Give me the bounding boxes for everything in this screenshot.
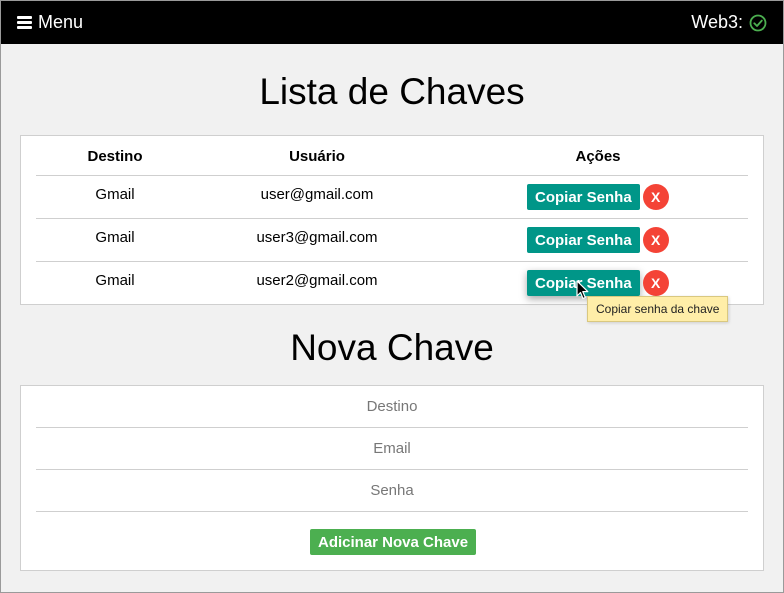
table-row: Gmail user@gmail.com Copiar Senha X [36, 176, 748, 219]
senha-field-wrapper [36, 470, 748, 512]
table-row: Gmail user3@gmail.com Copiar Senha X [36, 219, 748, 262]
column-header-acoes: Ações [575, 148, 621, 165]
top-navbar: Menu Web3: [1, 1, 783, 44]
row-actions: Copiar Senha X [527, 227, 669, 253]
row-destino: Gmail [95, 229, 135, 246]
add-new-key-button[interactable]: Adicinar Nova Chave [310, 529, 477, 555]
row-usuario: user2@gmail.com [256, 272, 378, 289]
copy-password-button[interactable]: Copiar Senha [527, 227, 640, 253]
row-destino: Gmail [95, 186, 135, 203]
menu-label: Menu [38, 12, 84, 32]
row-usuario: user3@gmail.com [256, 229, 378, 246]
email-input[interactable] [36, 428, 748, 469]
keys-list-title: Lista de Chaves [259, 71, 525, 112]
senha-input[interactable] [36, 470, 748, 511]
column-header-destino: Destino [87, 148, 143, 165]
delete-key-button[interactable]: X [642, 270, 669, 296]
email-field-wrapper [36, 428, 748, 470]
web3-status: Web3: [691, 12, 767, 33]
check-circle-icon [749, 14, 767, 31]
new-key-form: Adicinar Nova Chave [20, 385, 764, 571]
destino-field-wrapper [36, 386, 748, 428]
new-key-title: Nova Chave [290, 327, 494, 368]
table-header: Destino Usuário Ações [36, 136, 748, 176]
copy-password-tooltip: Copiar senha da chave [587, 296, 729, 322]
web3-label: Web3: [691, 12, 743, 32]
row-usuario: user@gmail.com [260, 186, 374, 203]
copy-password-button[interactable]: Copiar Senha [527, 184, 640, 210]
row-actions: Copiar Senha X [527, 270, 669, 296]
delete-key-button[interactable]: X [642, 227, 669, 253]
row-actions: Copiar Senha X [527, 184, 669, 210]
column-header-usuario: Usuário [289, 148, 345, 165]
hamburger-icon [17, 16, 32, 29]
destino-input[interactable] [36, 386, 748, 427]
delete-key-button[interactable]: X [642, 184, 669, 210]
keys-table: Destino Usuário Ações Gmail user@gmail.c… [20, 135, 764, 305]
row-destino: Gmail [95, 272, 135, 289]
menu-button[interactable]: Menu [17, 12, 83, 33]
mouse-pointer-icon [576, 280, 589, 300]
